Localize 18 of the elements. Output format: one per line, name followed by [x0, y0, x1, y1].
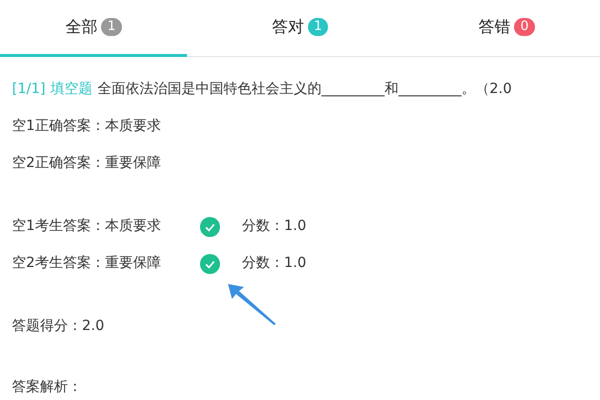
question-type: 填空题	[50, 80, 92, 99]
count-badge: 0	[514, 18, 535, 36]
question-text: 全面依法治国是中国特色社会主义的_________和_________。（2.0	[97, 80, 512, 99]
student-answer: 空1考生答案：本质要求	[12, 217, 162, 236]
score: 分数：1.0	[242, 254, 306, 273]
tab[interactable]: 答对 1	[187, 0, 413, 57]
arrow-icon	[226, 282, 278, 326]
count-badge: 1	[308, 18, 328, 36]
student-answer: 空2考生答案：重要保障	[12, 254, 162, 273]
score: 分数：1.0	[242, 217, 306, 236]
correct-answer: 空1正确答案：本质要求	[12, 117, 161, 136]
analysis-label: 答案解析：	[12, 378, 82, 397]
correct-answer: 空2正确答案：重要保障	[12, 154, 161, 173]
total-score: 答题得分：2.0	[12, 317, 104, 336]
tab[interactable]: 答错 0	[413, 0, 600, 57]
tab[interactable]: 全部 1	[0, 0, 187, 57]
count-badge: 1	[101, 18, 122, 36]
question-number: [1/1]	[12, 80, 46, 99]
